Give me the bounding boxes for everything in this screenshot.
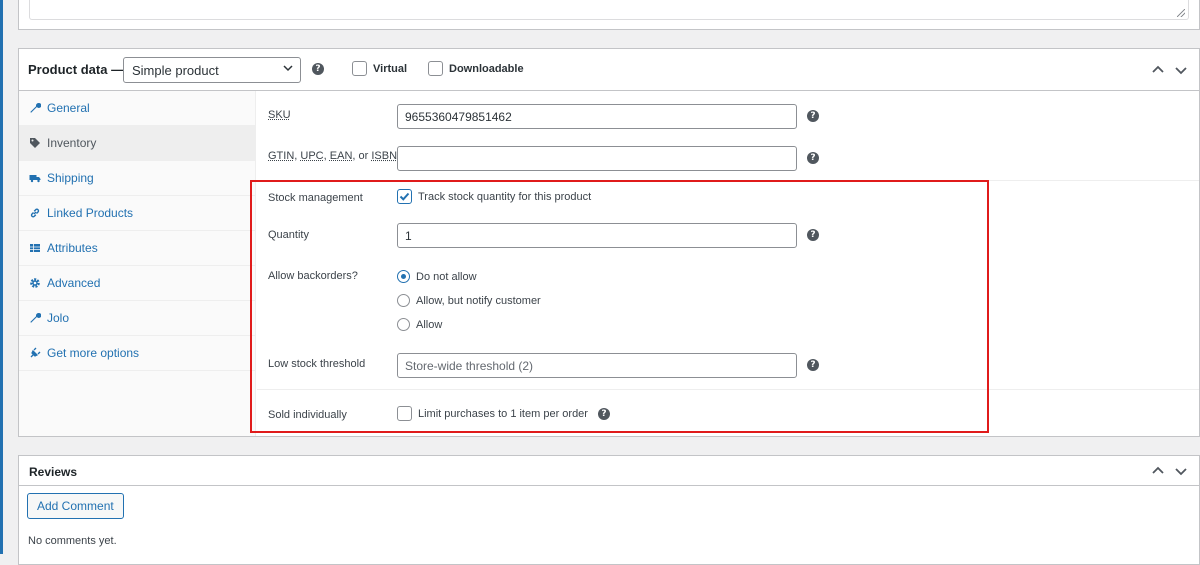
gtin-input[interactable] xyxy=(397,146,797,171)
track-stock-checkbox-box[interactable] xyxy=(397,189,412,204)
downloadable-label: Downloadable xyxy=(449,63,524,75)
plugin-icon xyxy=(29,347,41,359)
sku-label: SKU xyxy=(268,109,291,121)
radio-button[interactable] xyxy=(397,270,410,283)
sold-individually-label: Sold individually xyxy=(268,409,347,421)
tab-linked-products[interactable]: Linked Products xyxy=(19,196,255,231)
track-stock-checkbox[interactable]: Track stock quantity for this product xyxy=(397,189,591,204)
tab-advanced[interactable]: Advanced xyxy=(19,266,255,301)
virtual-checkbox-box[interactable] xyxy=(352,61,367,76)
divider xyxy=(257,180,1199,181)
stock-management-label: Stock management xyxy=(268,192,363,204)
product-type-value: Simple product xyxy=(132,63,219,78)
radio-label: Do not allow xyxy=(416,271,477,283)
low-stock-input[interactable]: Store-wide threshold (2) xyxy=(397,353,797,378)
isbn-abbr: ISBN xyxy=(371,150,397,162)
inventory-form: SKU 9655360479851462 ? GTIN, UPC, EAN, o… xyxy=(257,91,1199,436)
tab-label: Get more options xyxy=(47,346,139,360)
upc-abbr: UPC xyxy=(300,150,323,162)
tab-jolo[interactable]: Jolo xyxy=(19,301,255,336)
product-data-title: Product data — xyxy=(28,62,124,77)
tab-label: Linked Products xyxy=(47,206,133,220)
chevron-down-icon xyxy=(283,63,293,73)
chevron-down-icon[interactable] xyxy=(1174,63,1188,77)
help-icon[interactable]: ? xyxy=(598,408,610,420)
table-icon xyxy=(29,242,41,254)
radio-label: Allow xyxy=(416,319,442,331)
divider xyxy=(257,389,1199,390)
gtin-abbr: GTIN xyxy=(268,150,294,162)
tab-shipping[interactable]: Shipping xyxy=(19,161,255,196)
no-comments-text: No comments yet. xyxy=(28,535,117,547)
product-data-panel: Product data — Simple product ? Virtual … xyxy=(18,48,1200,437)
gtin-separator: , or xyxy=(352,150,371,162)
admin-sidebar-edge xyxy=(0,0,3,554)
tab-attributes[interactable]: Attributes xyxy=(19,231,255,266)
product-data-tabs: General Inventory Shipping Linked Produc… xyxy=(19,91,256,436)
gear-icon xyxy=(29,277,41,289)
add-comment-button[interactable]: Add Comment xyxy=(27,493,124,519)
tab-get-more-options[interactable]: Get more options xyxy=(19,336,255,371)
backorders-label: Allow backorders? xyxy=(268,270,358,282)
truck-icon xyxy=(29,172,41,184)
reviews-header: Reviews xyxy=(19,456,1199,486)
sku-value: 9655360479851462 xyxy=(405,110,512,124)
checkmark-icon xyxy=(399,191,410,202)
content-editor-bottom[interactable] xyxy=(18,0,1200,30)
backorder-option-do-not-allow[interactable]: Do not allow xyxy=(397,270,477,283)
downloadable-checkbox-box[interactable] xyxy=(428,61,443,76)
quantity-label: Quantity xyxy=(268,229,309,241)
ean-abbr: EAN xyxy=(330,150,353,162)
reviews-panel: Reviews Add Comment No comments yet. xyxy=(18,455,1200,565)
virtual-checkbox[interactable]: Virtual xyxy=(352,61,407,76)
product-data-header: Product data — Simple product ? Virtual … xyxy=(19,49,1199,91)
sku-abbr: SKU xyxy=(268,109,291,121)
tab-label: Attributes xyxy=(47,241,98,255)
limit-purchases-label: Limit purchases to 1 item per order xyxy=(418,408,588,420)
wrench-icon xyxy=(29,102,41,114)
tab-label: Shipping xyxy=(47,171,94,185)
chevron-up-icon[interactable] xyxy=(1151,63,1165,77)
editor-textarea[interactable] xyxy=(29,0,1189,20)
tab-label: General xyxy=(47,101,90,115)
radio-button[interactable] xyxy=(397,294,410,307)
track-stock-label: Track stock quantity for this product xyxy=(418,191,591,203)
backorder-option-notify[interactable]: Allow, but notify customer xyxy=(397,294,541,307)
help-icon[interactable]: ? xyxy=(312,63,324,75)
chevron-down-icon[interactable] xyxy=(1174,464,1188,478)
low-stock-label: Low stock threshold xyxy=(268,358,365,370)
reviews-title: Reviews xyxy=(29,465,77,479)
radio-label: Allow, but notify customer xyxy=(416,295,541,307)
help-icon[interactable]: ? xyxy=(807,229,819,241)
tab-general[interactable]: General xyxy=(19,91,255,126)
product-type-select[interactable]: Simple product xyxy=(123,57,301,83)
radio-button[interactable] xyxy=(397,318,410,331)
help-icon[interactable]: ? xyxy=(807,110,819,122)
tab-label: Inventory xyxy=(47,136,96,150)
chevron-up-icon[interactable] xyxy=(1151,464,1165,478)
backorder-option-allow[interactable]: Allow xyxy=(397,318,442,331)
quantity-value: 1 xyxy=(405,229,412,243)
help-icon[interactable]: ? xyxy=(807,152,819,164)
quantity-input[interactable]: 1 xyxy=(397,223,797,248)
downloadable-checkbox[interactable]: Downloadable xyxy=(428,61,524,76)
gtin-label: GTIN, UPC, EAN, or ISBN xyxy=(268,150,397,162)
tag-icon xyxy=(29,137,41,149)
low-stock-placeholder: Store-wide threshold (2) xyxy=(405,359,533,373)
sku-input[interactable]: 9655360479851462 xyxy=(397,104,797,129)
wrench-icon xyxy=(29,312,41,324)
limit-purchases-checkbox[interactable]: Limit purchases to 1 item per order ? xyxy=(397,406,610,421)
tab-label: Jolo xyxy=(47,311,69,325)
help-icon[interactable]: ? xyxy=(807,359,819,371)
virtual-label: Virtual xyxy=(373,63,407,75)
link-icon xyxy=(29,207,41,219)
tab-label: Advanced xyxy=(47,276,100,290)
tab-inventory[interactable]: Inventory xyxy=(19,126,255,161)
limit-purchases-checkbox-box[interactable] xyxy=(397,406,412,421)
resize-handle-icon[interactable] xyxy=(1177,9,1185,17)
